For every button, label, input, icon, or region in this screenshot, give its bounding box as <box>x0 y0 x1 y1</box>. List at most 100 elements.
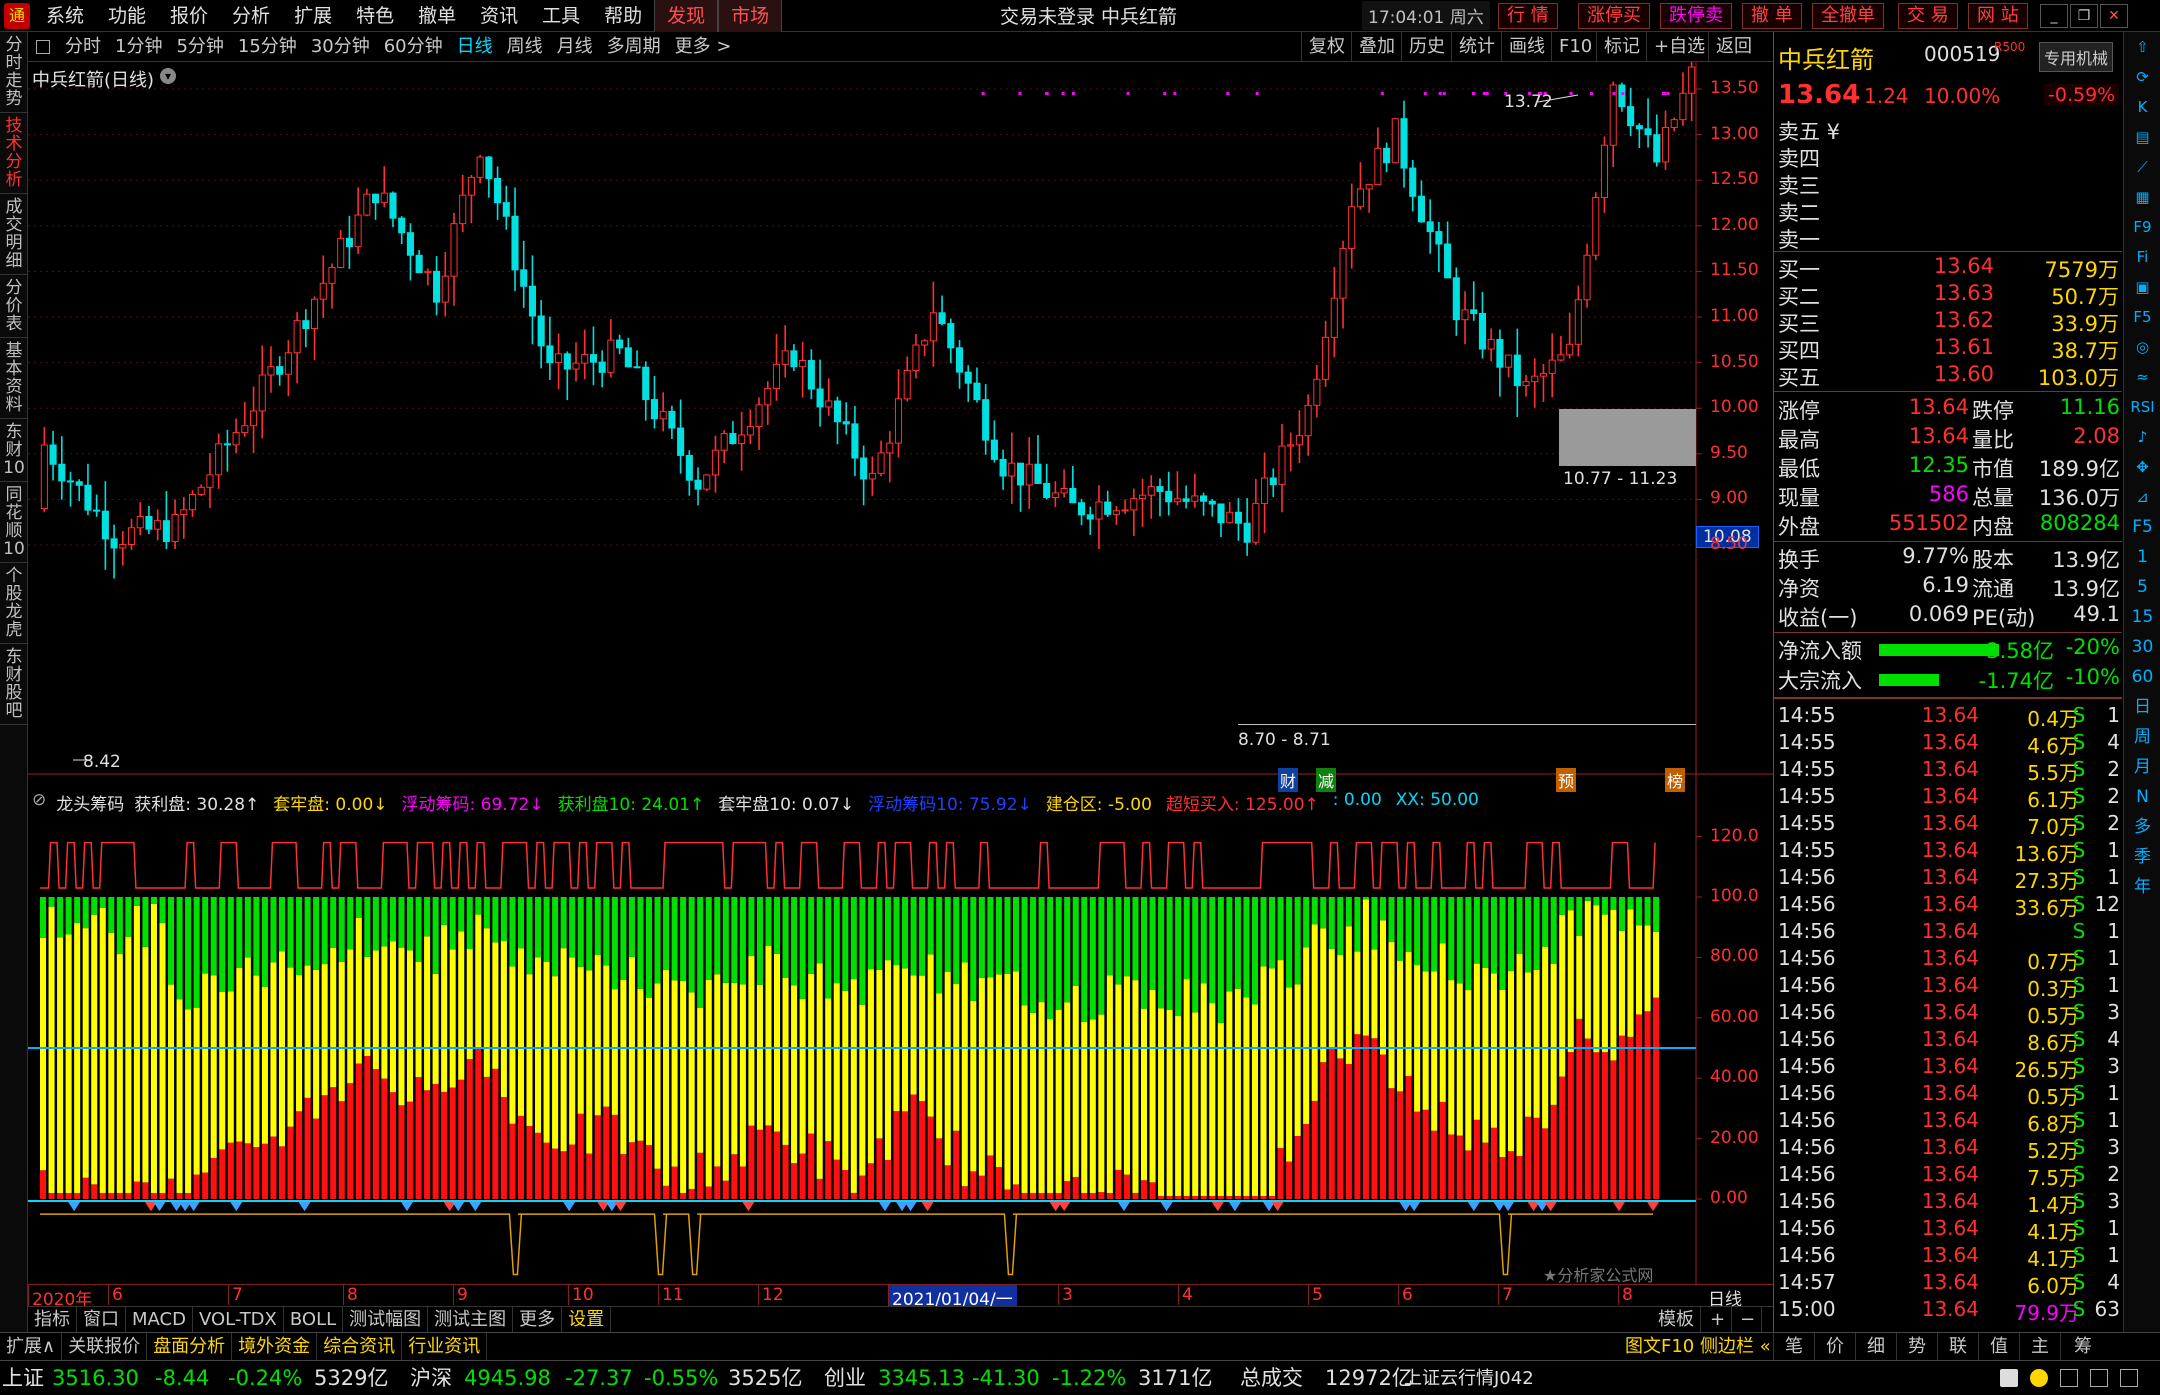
period-日[interactable]: 日 <box>2124 692 2160 722</box>
circle-icon[interactable]: ◎ <box>2124 332 2160 362</box>
window-icon[interactable] <box>2120 1369 2138 1387</box>
nav-fundamentals[interactable]: 基本资料 <box>0 338 28 419</box>
tool-watchlist[interactable]: +自选 <box>1646 32 1712 62</box>
menu-analysis[interactable]: 分析 <box>220 0 282 32</box>
tab-more[interactable]: 更多 <box>513 1306 563 1333</box>
tab-add[interactable]: + <box>1704 1306 1733 1333</box>
period-1[interactable]: 1 <box>2124 542 2160 572</box>
period-F5[interactable]: F5 <box>2124 512 2160 542</box>
tab-window[interactable]: 窗口 <box>77 1306 126 1333</box>
close-icon[interactable]: ✕ <box>2100 4 2128 28</box>
tf-monthly[interactable]: 月线 <box>550 32 600 62</box>
restore-icon[interactable]: ❐ <box>2070 4 2098 28</box>
sh-name[interactable]: 上证 <box>2 1361 44 1395</box>
tf-weekly[interactable]: 周线 <box>500 32 550 62</box>
nav-intraday[interactable]: 分时走势 <box>0 32 28 113</box>
up-icon[interactable]: ⇧ <box>2124 32 2160 62</box>
menu-help[interactable]: 帮助 <box>592 0 654 32</box>
func-extend[interactable]: 扩展∧ <box>0 1332 63 1361</box>
tab-test-sub[interactable]: 测试幅图 <box>343 1306 429 1333</box>
tf-60min[interactable]: 60分钟 <box>377 32 450 62</box>
menu-news[interactable]: 资讯 <box>468 0 530 32</box>
quick-limit-up-buy-button[interactable]: 涨停买 <box>1578 3 1650 29</box>
rtab-main[interactable]: 主 <box>2019 1333 2060 1361</box>
move-icon[interactable]: ✥ <box>2124 452 2160 482</box>
kline-chart[interactable] <box>28 62 1773 1290</box>
nav-ths10[interactable]: 同花顺10 <box>0 482 28 563</box>
quick-cancel-button[interactable]: 撤 单 <box>1742 3 1802 29</box>
layout-icon[interactable] <box>2090 1369 2108 1387</box>
panel-toggle-icon[interactable] <box>36 39 50 54</box>
sector-tag[interactable]: 专用机械 <box>2039 42 2114 72</box>
rtab-link[interactable]: 联 <box>1937 1333 1978 1361</box>
rtab-price[interactable]: 价 <box>1814 1333 1855 1361</box>
menu-cancel[interactable]: 撤单 <box>406 0 468 32</box>
tf-more[interactable]: 更多 > <box>668 32 739 62</box>
ruler-icon[interactable]: ⊿ <box>2124 482 2160 512</box>
tab-macd[interactable]: MACD <box>126 1306 193 1333</box>
marker-earnings[interactable]: 财 <box>1278 768 1299 792</box>
nav-dragon-tiger[interactable]: 个股龙虎 <box>0 563 28 644</box>
grid-icon[interactable] <box>2060 1369 2078 1387</box>
menu-system[interactable]: 系统 <box>34 0 96 32</box>
marker-ranking[interactable]: 榜 <box>1665 768 1686 792</box>
quick-cancel-all-button[interactable]: 全撤单 <box>1812 3 1884 29</box>
tab-vol-tdx[interactable]: VOL-TDX <box>193 1306 284 1333</box>
tab-indicator[interactable]: 指标 <box>28 1306 77 1333</box>
period-15[interactable]: 15 <box>2124 602 2160 632</box>
rtab-trend[interactable]: 势 <box>1896 1333 1937 1361</box>
status-light-icon[interactable] <box>2030 1369 2048 1387</box>
period-30[interactable]: 30 <box>2124 632 2160 662</box>
f10-icon[interactable]: Fi <box>2124 242 2160 272</box>
rtab-detail[interactable]: 细 <box>1855 1333 1896 1361</box>
screen-icon[interactable] <box>2000 1369 2018 1387</box>
func-foreign-capital[interactable]: 境外资金 <box>232 1332 318 1361</box>
menu-feature[interactable]: 特色 <box>344 0 406 32</box>
chart-icon[interactable]: ▦ <box>2124 182 2160 212</box>
menu-discover[interactable]: 发现 <box>654 0 719 32</box>
bar-icon[interactable]: ▤ <box>2124 122 2160 152</box>
sound-icon[interactable]: ♪ <box>2124 422 2160 452</box>
period-周[interactable]: 周 <box>2124 722 2160 752</box>
k-icon[interactable]: K <box>2124 92 2160 122</box>
period-60[interactable]: 60 <box>2124 662 2160 692</box>
app-logo-icon[interactable]: 通 <box>4 2 30 29</box>
tf-15min[interactable]: 15分钟 <box>231 32 304 62</box>
rsi-icon[interactable]: RSI <box>2124 392 2160 422</box>
period-5[interactable]: 5 <box>2124 572 2160 602</box>
line-icon[interactable]: ⟋ <box>2124 152 2160 182</box>
tf-intraday[interactable]: 分时 <box>58 32 108 62</box>
menu-quote[interactable]: 报价 <box>158 0 220 32</box>
rtab-chips[interactable]: 筹 <box>2060 1333 2105 1361</box>
menu-function[interactable]: 功能 <box>96 0 158 32</box>
f9-icon[interactable]: F9 <box>2124 212 2160 242</box>
quick-website-button[interactable]: 网 站 <box>1968 3 2028 29</box>
period-多[interactable]: 多 <box>2124 812 2160 842</box>
nav-eastmoney10[interactable]: 东财10 <box>0 419 28 482</box>
tab-remove[interactable]: − <box>1734 1306 1763 1333</box>
macd-icon[interactable]: ≈ <box>2124 362 2160 392</box>
tab-settings[interactable]: 设置 <box>562 1306 612 1333</box>
tab-test-main[interactable]: 测试主图 <box>428 1306 514 1333</box>
func-f10-sidebar[interactable]: 图文F10 侧边栏 « <box>1625 1333 1771 1361</box>
period-年[interactable]: 年 <box>2124 872 2160 902</box>
tool-draw[interactable]: 画线 <box>1501 32 1552 62</box>
tool-overlay[interactable]: 叠加 <box>1351 32 1402 62</box>
tool-stats[interactable]: 统计 <box>1451 32 1502 62</box>
period-月[interactable]: 月 <box>2124 752 2160 782</box>
tf-5min[interactable]: 5分钟 <box>169 32 230 62</box>
nav-trades[interactable]: 成交明细 <box>0 194 28 275</box>
nav-technical[interactable]: 技术分析 <box>0 113 28 194</box>
func-industry-news[interactable]: 行业资讯 <box>402 1332 488 1361</box>
tool-mark[interactable]: 标记 <box>1596 32 1647 62</box>
tf-multi[interactable]: 多周期 <box>600 32 668 62</box>
nav-forum[interactable]: 东财股吧 <box>0 644 28 725</box>
refresh-icon[interactable]: ⟳ <box>2124 62 2160 92</box>
doc-icon[interactable]: ▣ <box>2124 272 2160 302</box>
nav-price-table[interactable]: 分价表 <box>0 275 28 338</box>
f5-icon[interactable]: F5 <box>2124 302 2160 332</box>
menu-tools[interactable]: 工具 <box>530 0 592 32</box>
marker-forecast[interactable]: 预 <box>1556 768 1577 792</box>
func-news[interactable]: 综合资讯 <box>317 1332 403 1361</box>
tab-template[interactable]: 模板 <box>1652 1306 1701 1333</box>
